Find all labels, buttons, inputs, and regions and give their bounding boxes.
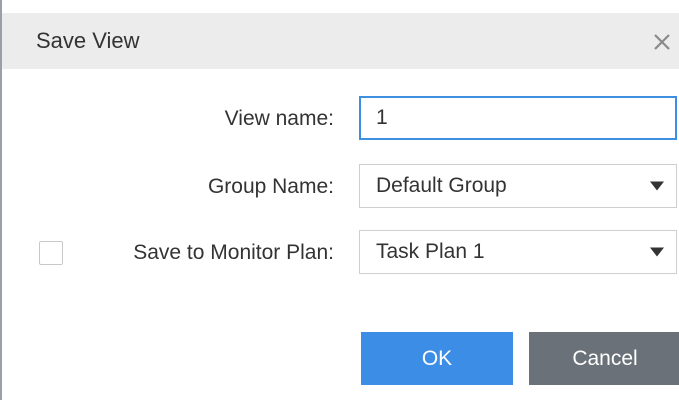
monitor-plan-label: Save to Monitor Plan: — [133, 241, 334, 264]
group-name-select[interactable]: Default Group — [359, 164, 677, 208]
view-name-label: View name: — [224, 107, 334, 130]
dialog-titlebar: Save View — [2, 0, 679, 69]
monitor-plan-value: Task Plan 1 — [376, 240, 485, 263]
view-name-value: 1 — [376, 106, 388, 129]
save-to-monitor-plan-checkbox[interactable] — [39, 241, 63, 265]
ok-button[interactable]: OK — [361, 332, 513, 385]
monitor-plan-select[interactable]: Task Plan 1 — [359, 230, 677, 274]
cancel-button[interactable]: Cancel — [529, 332, 679, 385]
close-icon[interactable] — [649, 29, 675, 55]
group-name-label: Group Name: — [207, 175, 334, 198]
chevron-down-icon — [650, 181, 664, 191]
dialog-title: Save View — [36, 28, 140, 53]
group-name-value: Default Group — [376, 174, 507, 197]
view-name-input[interactable]: 1 — [359, 96, 677, 140]
chevron-down-icon — [650, 247, 664, 257]
save-view-dialog: Save View View name: 1 Group Name: Defau… — [0, 0, 679, 400]
